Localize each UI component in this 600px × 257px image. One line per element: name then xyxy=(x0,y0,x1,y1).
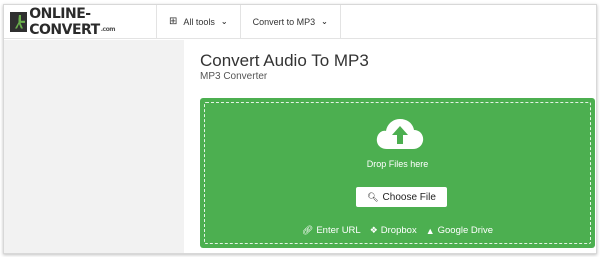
top-header: ONLINE-CONVERT.com ⊞ All tools ⌄ Convert… xyxy=(4,5,596,39)
upload-source-links: 🔗︎ Enter URL ❖ Dropbox ▲ Google Drive xyxy=(205,225,590,236)
cloud-upload-icon xyxy=(376,119,424,149)
google-drive-link[interactable]: ▲ Google Drive xyxy=(426,225,493,236)
left-sidebar xyxy=(4,40,184,253)
google-drive-icon: ▲ xyxy=(425,225,435,236)
logo-text: ONLINE-CONVERT.com xyxy=(29,6,156,38)
site-logo[interactable]: ONLINE-CONVERT.com xyxy=(4,5,157,38)
enter-url-label: Enter URL xyxy=(316,225,361,236)
enter-url-link[interactable]: 🔗︎ Enter URL xyxy=(302,225,361,236)
link-icon: 🔗︎ xyxy=(301,225,314,235)
dropbox-link[interactable]: ❖ Dropbox xyxy=(370,225,417,236)
dropbox-icon: ❖ xyxy=(369,225,378,235)
convert-to-mp3-menu[interactable]: Convert to MP3 ⌄ xyxy=(241,5,341,38)
drop-files-text: Drop Files here xyxy=(366,159,429,169)
logo-name: ONLINE-CONVERT xyxy=(29,5,100,38)
all-tools-label: All tools xyxy=(183,16,215,27)
app-window: ONLINE-CONVERT.com ⊞ All tools ⌄ Convert… xyxy=(3,4,597,254)
page-subtitle: MP3 Converter xyxy=(200,71,268,82)
search-icon: 🔍︎ xyxy=(367,191,379,202)
logo-mark-icon xyxy=(10,11,28,32)
page-title: Convert Audio To MP3 xyxy=(200,51,369,70)
chevron-down-icon: ⌄ xyxy=(321,17,328,26)
grid-icon: ⊞ xyxy=(169,16,178,27)
file-dropzone[interactable]: Drop Files here 🔍︎ Choose File 🔗︎ Enter … xyxy=(200,98,595,248)
all-tools-menu[interactable]: ⊞ All tools ⌄ xyxy=(157,5,241,38)
dropbox-label: Dropbox xyxy=(380,225,417,236)
chevron-down-icon: ⌄ xyxy=(220,17,228,26)
logo-suffix: .com xyxy=(100,26,116,33)
choose-file-label: Choose File xyxy=(382,191,436,203)
choose-file-button[interactable]: 🔍︎ Choose File xyxy=(356,187,447,207)
dropzone-border: Drop Files here 🔍︎ Choose File 🔗︎ Enter … xyxy=(204,102,591,244)
google-drive-label: Google Drive xyxy=(437,225,494,236)
convert-menu-label: Convert to MP3 xyxy=(252,16,316,27)
